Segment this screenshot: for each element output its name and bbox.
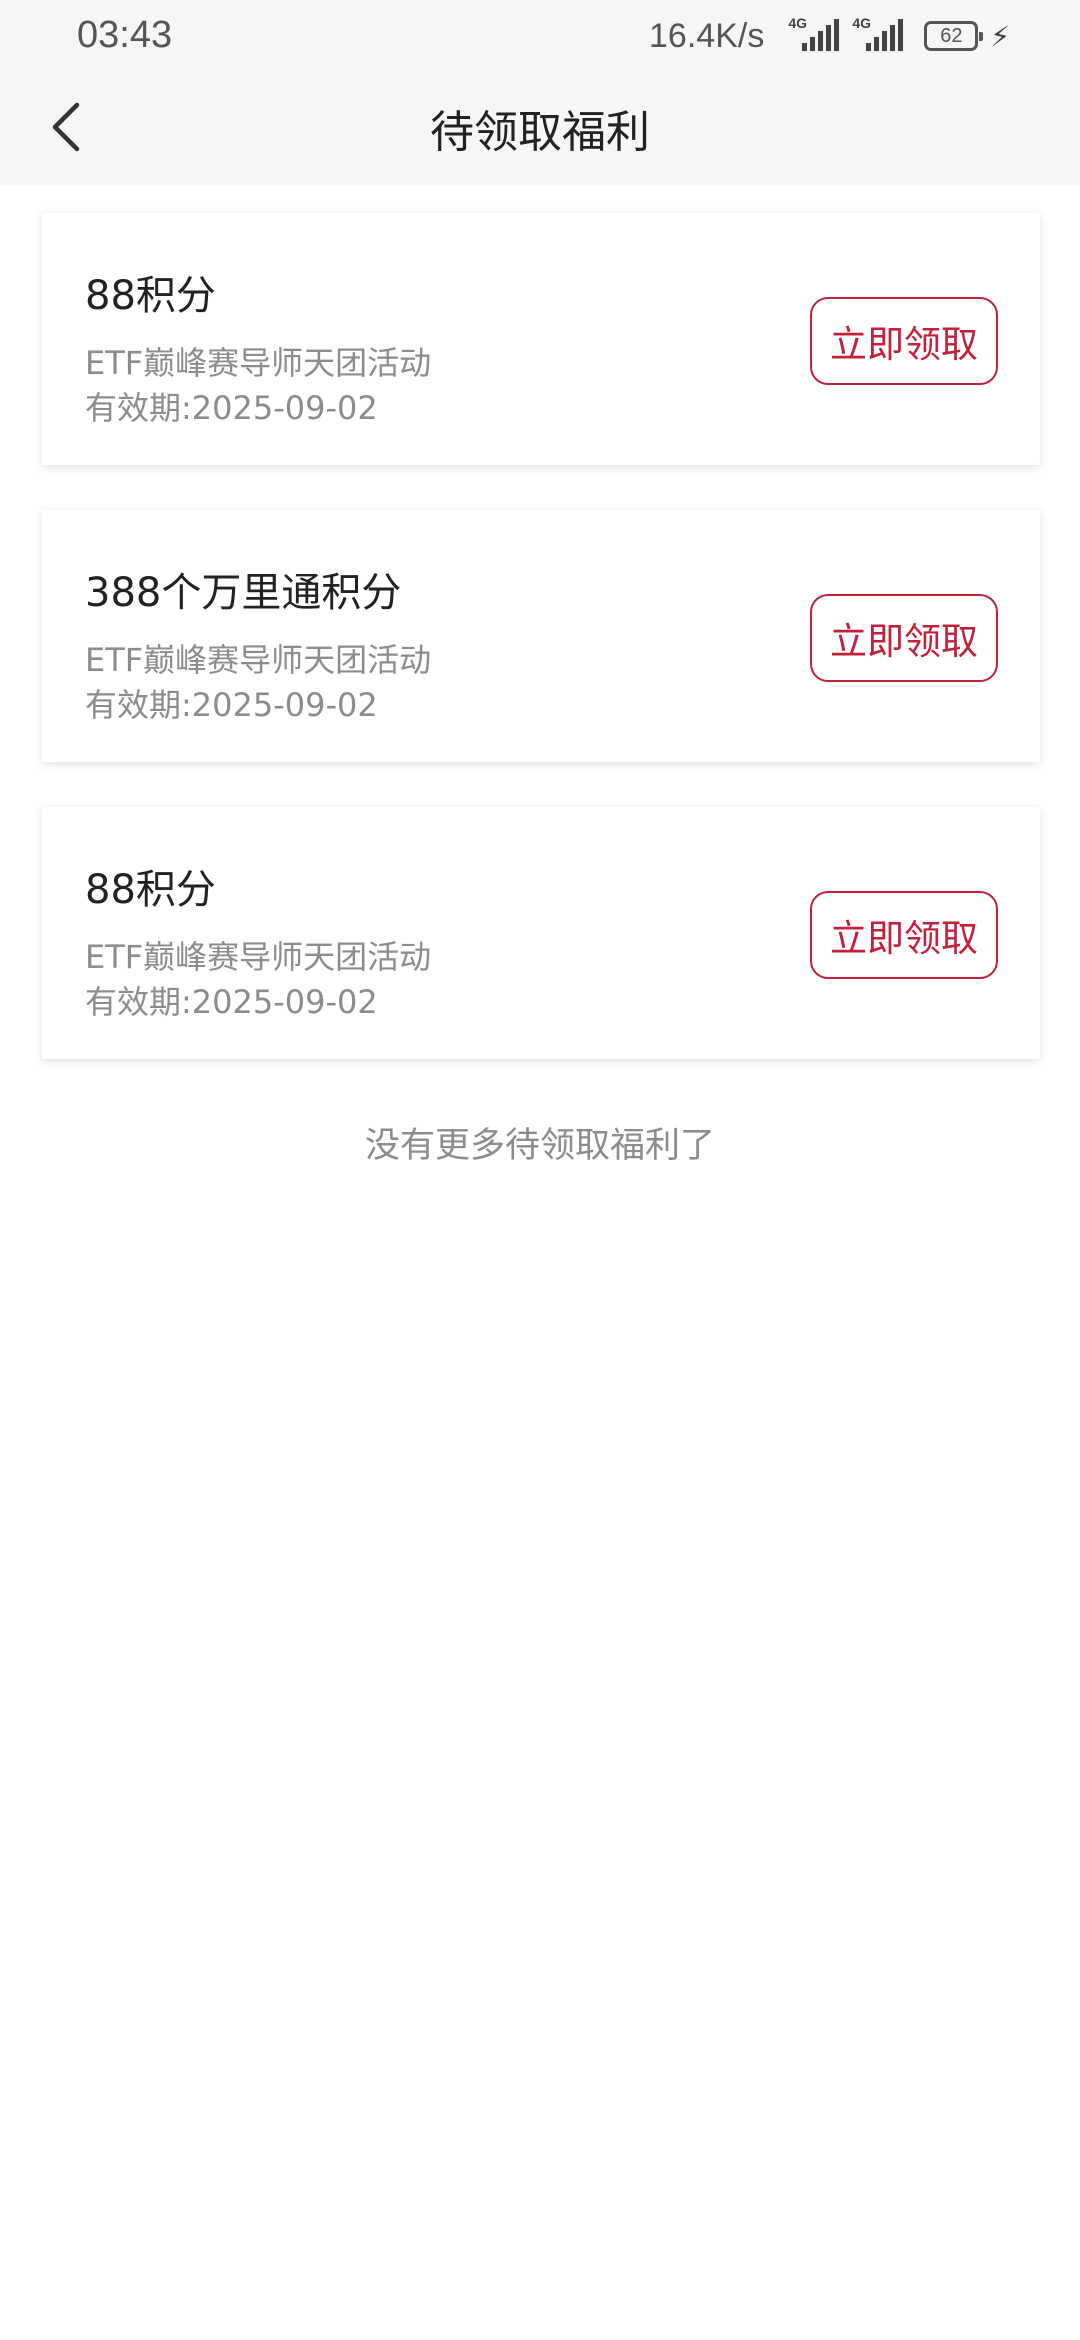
benefit-title: 88积分	[85, 867, 216, 913]
benefit-title: 88积分	[85, 273, 216, 319]
top-area: 03:43 16.4K/s 4G 4G 62 ⚡ 待领取福利	[0, 0, 1080, 185]
battery-icon: 62	[924, 21, 984, 51]
benefit-card: 88积分 ETF巅峰赛导师天团活动 有效期:2025-09-02 立即领取	[42, 213, 1040, 465]
end-of-list-note: 没有更多待领取福利了	[364, 1126, 715, 1166]
charging-icon: ⚡	[990, 19, 1010, 53]
signal-tag: 4G	[852, 15, 872, 31]
network-speed: 16.4K/s	[649, 16, 765, 55]
nav-bar: 待领取福利	[0, 76, 1080, 185]
benefit-list: 88积分 ETF巅峰赛导师天团活动 有效期:2025-09-02 立即领取 38…	[0, 185, 1080, 1059]
benefit-card: 388个万里通积分 ETF巅峰赛导师天团活动 有效期:2025-09-02 立即…	[42, 510, 1040, 762]
claim-button[interactable]: 立即领取	[810, 594, 998, 682]
claim-button[interactable]: 立即领取	[810, 297, 998, 385]
claim-button[interactable]: 立即领取	[810, 891, 998, 979]
benefit-title: 388个万里通积分	[85, 570, 402, 616]
signal-icon: 4G	[852, 15, 904, 53]
benefit-source: ETF巅峰赛导师天团活动	[85, 938, 432, 976]
benefit-card: 88积分 ETF巅峰赛导师天团活动 有效期:2025-09-02 立即领取	[42, 807, 1040, 1059]
status-bar: 03:43 16.4K/s 4G 4G 62 ⚡	[0, 0, 1080, 76]
page-title: 待领取福利	[430, 107, 650, 158]
benefit-source: ETF巅峰赛导师天团活动	[85, 641, 432, 679]
benefit-validity: 有效期:2025-09-02	[85, 686, 378, 724]
benefit-validity: 有效期:2025-09-02	[85, 389, 378, 427]
battery-level: 62	[940, 24, 963, 47]
signal-icon: 4G	[788, 15, 840, 53]
benefit-validity: 有效期:2025-09-02	[85, 983, 378, 1021]
status-time: 03:43	[77, 14, 173, 56]
signal-tag: 4G	[788, 15, 808, 31]
status-indicators: 16.4K/s 4G 4G 62 ⚡	[649, 15, 1010, 56]
benefit-source: ETF巅峰赛导师天团活动	[85, 344, 432, 382]
